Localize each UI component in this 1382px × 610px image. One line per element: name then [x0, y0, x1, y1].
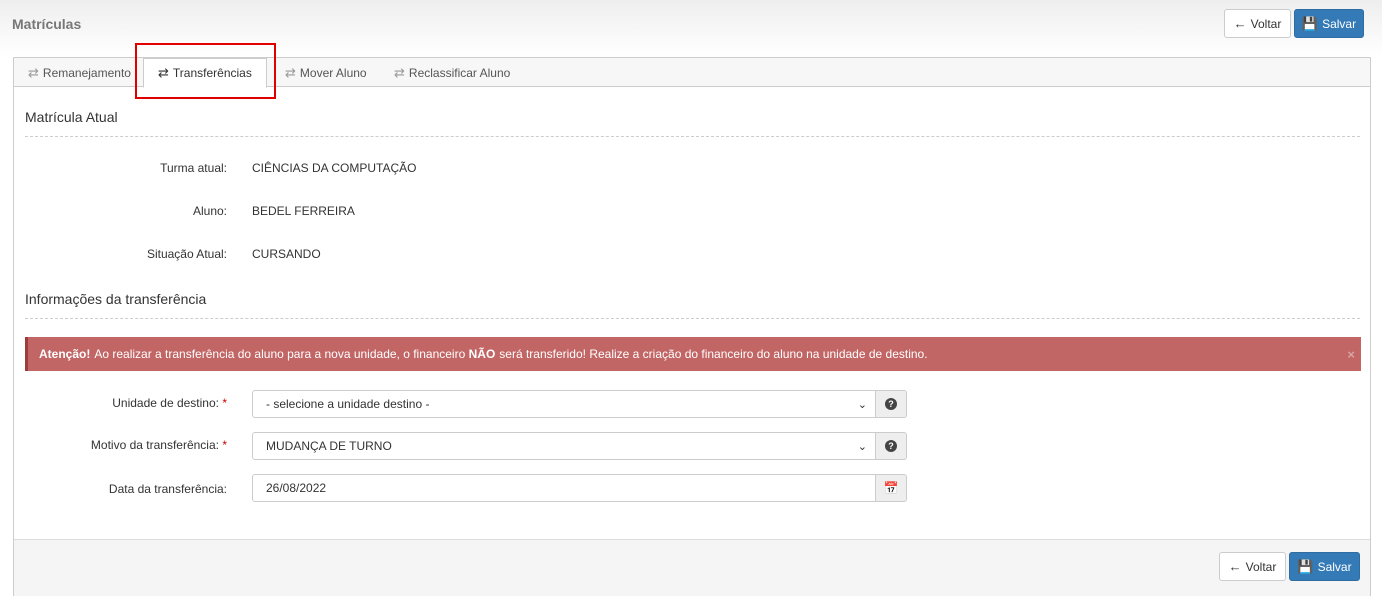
alert-text-2: será transferido! Realize a criação do f…	[499, 347, 928, 361]
alert-strong: Atenção!	[39, 347, 91, 361]
tab-mover-aluno[interactable]: ⇄ Mover Aluno	[285, 58, 367, 87]
tab-bar: ⇄ Remanejamento ⇄ Transferências ⇄ Mover…	[14, 58, 1370, 88]
tab-label: Remanejamento	[42, 65, 131, 80]
tab-transferencias[interactable]: ⇄ Transferências	[143, 58, 267, 88]
unidade-selected-value: - selecione a unidade destino -	[266, 397, 430, 411]
tab-remanejamento[interactable]: ⇄ Remanejamento	[28, 58, 131, 87]
warning-alert: Atenção! Ao realizar a transferência do …	[25, 337, 1361, 371]
tab-label: Mover Aluno	[299, 65, 367, 80]
turma-value: CIÊNCIAS DA COMPUTAÇÃO	[252, 161, 417, 175]
save-button[interactable]: 💾 Salvar	[1294, 9, 1364, 38]
motivo-help-button[interactable]: ?	[876, 432, 907, 460]
motivo-label-text: Motivo da transferência:	[90, 438, 219, 452]
save-button-label: Salvar	[1322, 16, 1357, 31]
data-transferencia-input[interactable]: 26/08/2022	[252, 474, 876, 502]
divider	[25, 318, 1360, 319]
unidade-destino-select[interactable]: - selecione a unidade destino - ⌄	[252, 390, 876, 418]
tab-reclassificar-aluno[interactable]: ⇄ Reclassificar Aluno	[394, 58, 510, 87]
footer-back-button[interactable]: ← Voltar	[1219, 552, 1286, 581]
unidade-label-text: Unidade de destino:	[112, 396, 219, 410]
arrow-left-icon: ←	[1228, 559, 1242, 574]
aluno-value: BEDEL FERREIRA	[252, 204, 355, 218]
calendar-button[interactable]: 📅	[876, 474, 907, 502]
exchange-icon: ⇄	[158, 65, 169, 80]
motivo-selected-value: MUDANÇA DE TURNO	[266, 439, 392, 453]
required-mark: *	[222, 438, 227, 452]
motivo-transferencia-select[interactable]: MUDANÇA DE TURNO ⌄	[252, 432, 876, 460]
situacao-label: Situação Atual:	[146, 247, 227, 261]
chevron-down-icon: ⌄	[857, 398, 867, 411]
arrow-left-icon: ←	[1233, 16, 1247, 31]
data-value: 26/08/2022	[266, 481, 327, 495]
data-input-group: 26/08/2022 📅	[252, 474, 907, 502]
unidade-select-group: - selecione a unidade destino - ⌄ ?	[252, 390, 907, 418]
enrollment-panel: ⇄ Remanejamento ⇄ Transferências ⇄ Mover…	[13, 57, 1371, 596]
back-button-label: Voltar	[1250, 16, 1282, 31]
data-label: Data da transferência:	[108, 482, 227, 496]
floppy-disk-icon: 💾	[1297, 559, 1314, 574]
motivo-label: Motivo da transferência: *	[91, 438, 227, 452]
alert-text-1: Ao realizar a transferência do aluno par…	[94, 347, 466, 361]
page-title: Matrículas	[12, 16, 82, 32]
tab-label: Transferências	[172, 66, 252, 80]
section-title-transfer: Informações da transferência	[25, 291, 207, 307]
alert-close-icon[interactable]: ×	[1347, 347, 1355, 362]
footer-back-label: Voltar	[1245, 559, 1277, 574]
motivo-select-group: MUDANÇA DE TURNO ⌄ ?	[252, 432, 907, 460]
exchange-icon: ⇄	[394, 64, 405, 80]
alert-nao: NÃO	[468, 347, 496, 361]
turma-label: Turma atual:	[160, 161, 227, 175]
top-bar	[0, 0, 1382, 56]
footer-save-button[interactable]: 💾 Salvar	[1289, 552, 1360, 581]
question-circle-icon: ?	[885, 440, 897, 452]
required-mark: *	[222, 396, 227, 410]
footer-save-label: Salvar	[1317, 559, 1352, 574]
situacao-value: CURSANDO	[252, 247, 321, 261]
unidade-label: Unidade de destino: *	[112, 396, 227, 410]
exchange-icon: ⇄	[28, 64, 39, 80]
section-title-current: Matrícula Atual	[25, 109, 118, 125]
tab-label: Reclassificar Aluno	[408, 65, 511, 80]
question-circle-icon: ?	[885, 398, 897, 410]
chevron-down-icon: ⌄	[857, 440, 867, 453]
divider	[25, 136, 1360, 137]
panel-footer: ← Voltar 💾 Salvar	[14, 539, 1370, 596]
back-button[interactable]: ← Voltar	[1224, 9, 1291, 38]
aluno-label: Aluno:	[192, 204, 227, 218]
calendar-icon: 📅	[883, 481, 899, 495]
exchange-icon: ⇄	[285, 64, 296, 80]
unidade-help-button[interactable]: ?	[876, 390, 907, 418]
floppy-disk-icon: 💾	[1301, 16, 1319, 31]
